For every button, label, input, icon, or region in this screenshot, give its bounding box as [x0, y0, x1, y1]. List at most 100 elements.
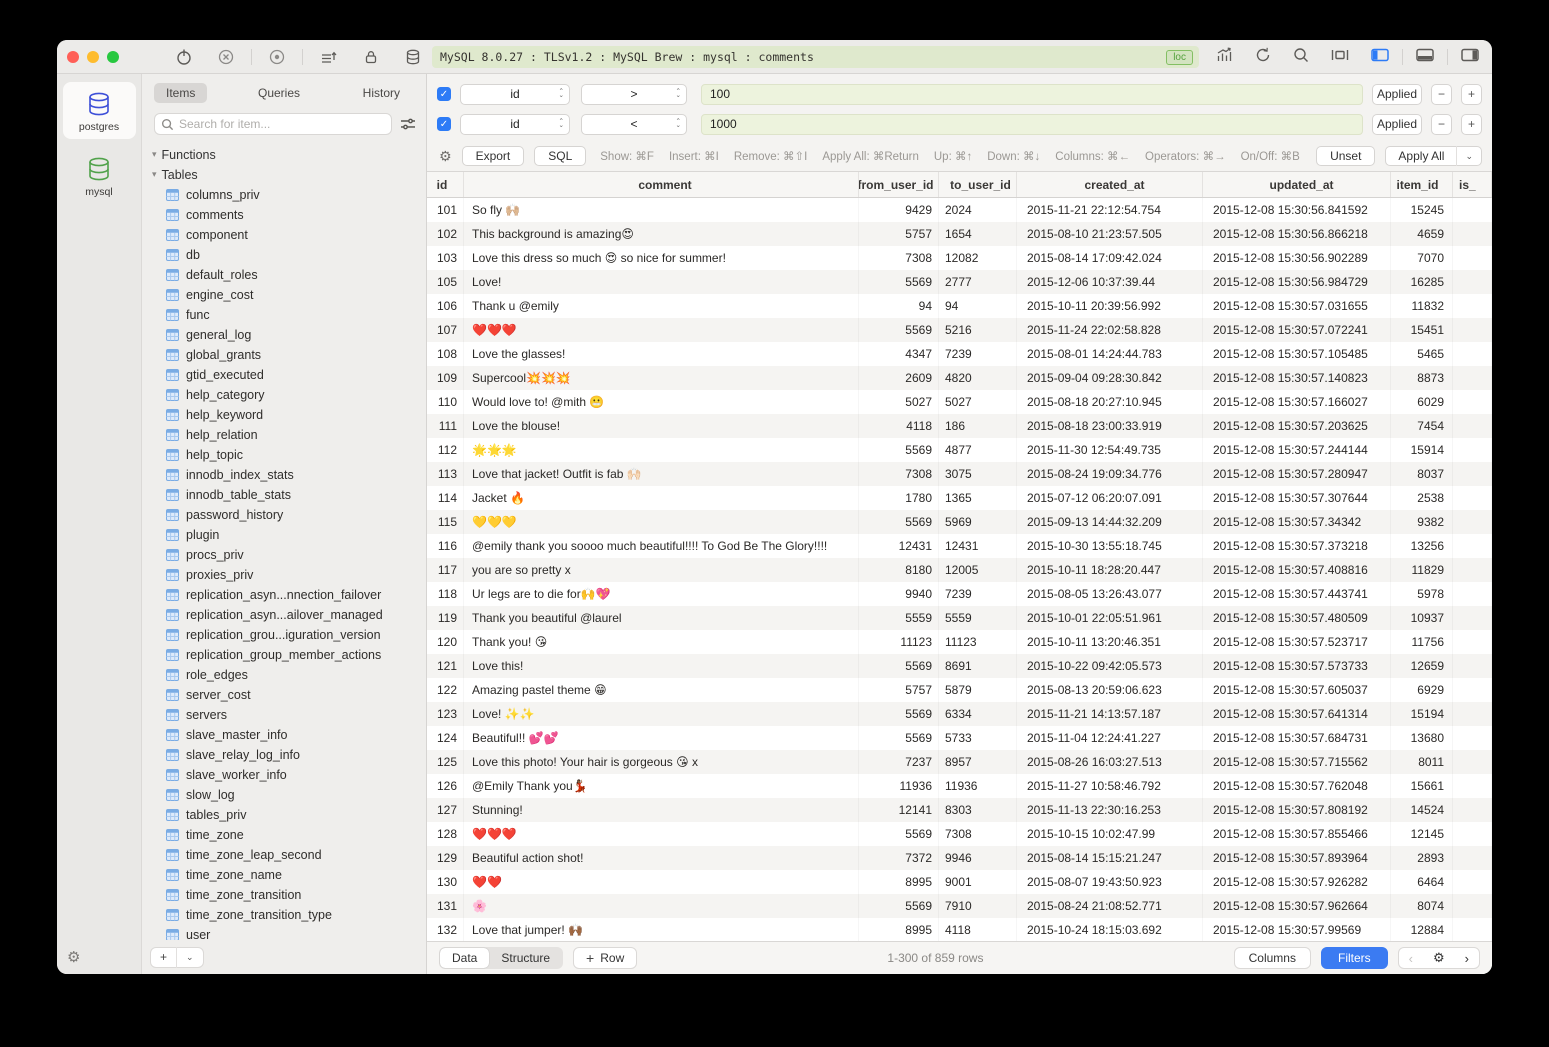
table-row[interactable]: 121 Love this! 5569 8691 2015-10-22 09:4…: [427, 654, 1492, 678]
sidebar-table-item[interactable]: innodb_index_stats: [166, 465, 426, 485]
filter-value-input[interactable]: 100: [701, 84, 1363, 105]
cell-item-id[interactable]: 13256: [1391, 534, 1453, 558]
cell-from-user-id[interactable]: 8180: [859, 558, 939, 582]
cell-from-user-id[interactable]: 94: [859, 294, 939, 318]
cell-to-user-id[interactable]: 9946: [939, 846, 1017, 870]
cell-item-id[interactable]: 12659: [1391, 654, 1453, 678]
cell-created-at[interactable]: 2015-08-14 17:09:42.024: [1017, 246, 1203, 270]
cell-from-user-id[interactable]: 9940: [859, 582, 939, 606]
cell-created-at[interactable]: 2015-10-30 13:55:18.745: [1017, 534, 1203, 558]
cell-updated-at[interactable]: 2015-12-08 15:30:57.307644: [1203, 486, 1391, 510]
watch-icon[interactable]: [268, 48, 286, 66]
column-header-comment[interactable]: comment: [464, 172, 859, 197]
sidebar-table-item[interactable]: proxies_priv: [166, 565, 426, 585]
sidebar-table-item[interactable]: help_keyword: [166, 405, 426, 425]
cell-id[interactable]: 109: [427, 366, 464, 390]
filter-operator-select[interactable]: >⌃⌄: [581, 84, 687, 105]
cell-comment[interactable]: Beautiful!! 💕💕: [464, 726, 859, 750]
column-header-item-id[interactable]: item_id: [1391, 172, 1453, 197]
search-input[interactable]: [179, 117, 385, 131]
cell-from-user-id[interactable]: 5569: [859, 654, 939, 678]
group-functions[interactable]: ▾ Functions: [152, 145, 426, 165]
cell-is[interactable]: [1453, 870, 1492, 894]
cell-from-user-id[interactable]: 5569: [859, 510, 939, 534]
cell-from-user-id[interactable]: 7372: [859, 846, 939, 870]
table-row[interactable]: 125 Love this photo! Your hair is gorgeo…: [427, 750, 1492, 774]
cell-is[interactable]: [1453, 822, 1492, 846]
table-row[interactable]: 105 Love! 5569 2777 2015-12-06 10:37:39.…: [427, 270, 1492, 294]
cell-is[interactable]: [1453, 246, 1492, 270]
cell-created-at[interactable]: 2015-08-07 19:43:50.923: [1017, 870, 1203, 894]
cell-id[interactable]: 126: [427, 774, 464, 798]
table-row[interactable]: 107 ❤️❤️❤️ 5569 5216 2015-11-24 22:02:58…: [427, 318, 1492, 342]
cell-updated-at[interactable]: 2015-12-08 15:30:57.443741: [1203, 582, 1391, 606]
table-row[interactable]: 124 Beautiful!! 💕💕 5569 5733 2015-11-04 …: [427, 726, 1492, 750]
cell-is[interactable]: [1453, 894, 1492, 918]
cell-from-user-id[interactable]: 4347: [859, 342, 939, 366]
cell-item-id[interactable]: 9382: [1391, 510, 1453, 534]
cell-from-user-id[interactable]: 5569: [859, 438, 939, 462]
cell-is[interactable]: [1453, 342, 1492, 366]
cell-comment[interactable]: @Emily Thank you💃🏾: [464, 774, 859, 798]
cell-id[interactable]: 118: [427, 582, 464, 606]
cell-item-id[interactable]: 6029: [1391, 390, 1453, 414]
cell-comment[interactable]: Would love to! @mith 😬: [464, 390, 859, 414]
filter-applied-button[interactable]: Applied: [1372, 114, 1422, 135]
sidebar-table-item[interactable]: component: [166, 225, 426, 245]
cell-comment[interactable]: @emily thank you soooo much beautiful!!!…: [464, 534, 859, 558]
cell-created-at[interactable]: 2015-08-10 21:23:57.505: [1017, 222, 1203, 246]
export-button[interactable]: Export: [462, 146, 525, 166]
cell-updated-at[interactable]: 2015-12-08 15:30:56.984729: [1203, 270, 1391, 294]
apply-all-button[interactable]: Apply All ⌄: [1385, 146, 1482, 166]
cell-comment[interactable]: So fly 🙌🏼: [464, 198, 859, 222]
stats-icon[interactable]: [1215, 46, 1234, 69]
table-row[interactable]: 122 Amazing pastel theme 😁 5757 5879 201…: [427, 678, 1492, 702]
cell-to-user-id[interactable]: 7239: [939, 582, 1017, 606]
table-row[interactable]: 106 Thank u @emily 94 94 2015-10-11 20:3…: [427, 294, 1492, 318]
cell-updated-at[interactable]: 2015-12-08 15:30:57.605037: [1203, 678, 1391, 702]
sidebar-table-item[interactable]: time_zone_transition_type: [166, 905, 426, 925]
cell-created-at[interactable]: 2015-09-04 09:28:30.842: [1017, 366, 1203, 390]
sidebar-table-item[interactable]: replication_group_member_actions: [166, 645, 426, 665]
cell-comment[interactable]: Thank you beautiful @laurel: [464, 606, 859, 630]
table-row[interactable]: 115 💛💛💛 5569 5969 2015-09-13 14:44:32.20…: [427, 510, 1492, 534]
cell-created-at[interactable]: 2015-08-14 15:15:21.247: [1017, 846, 1203, 870]
sidebar-table-item[interactable]: time_zone_name: [166, 865, 426, 885]
cell-comment[interactable]: you are so pretty x: [464, 558, 859, 582]
sql-button[interactable]: SQL: [534, 146, 586, 166]
cell-id[interactable]: 117: [427, 558, 464, 582]
cell-created-at[interactable]: 2015-09-13 14:44:32.209: [1017, 510, 1203, 534]
sidebar-table-item[interactable]: replication_asyn...nnection_failover: [166, 585, 426, 605]
cell-item-id[interactable]: 5978: [1391, 582, 1453, 606]
cell-from-user-id[interactable]: 4118: [859, 414, 939, 438]
table-row[interactable]: 102 This background is amazing😍 5757 165…: [427, 222, 1492, 246]
sidebar-table-item[interactable]: slave_relay_log_info: [166, 745, 426, 765]
cell-to-user-id[interactable]: 9001: [939, 870, 1017, 894]
cell-item-id[interactable]: 15245: [1391, 198, 1453, 222]
grid-settings-gear-icon[interactable]: ⚙: [1423, 950, 1455, 966]
cell-to-user-id[interactable]: 7910: [939, 894, 1017, 918]
cell-id[interactable]: 119: [427, 606, 464, 630]
cell-created-at[interactable]: 2015-10-11 18:28:20.447: [1017, 558, 1203, 582]
cell-id[interactable]: 115: [427, 510, 464, 534]
cell-created-at[interactable]: 2015-11-21 14:13:57.187: [1017, 702, 1203, 726]
cell-item-id[interactable]: 5465: [1391, 342, 1453, 366]
cell-id[interactable]: 105: [427, 270, 464, 294]
cell-created-at[interactable]: 2015-08-24 19:09:34.776: [1017, 462, 1203, 486]
filters-button[interactable]: Filters: [1321, 947, 1388, 969]
cell-created-at[interactable]: 2015-11-21 22:12:54.754: [1017, 198, 1203, 222]
cell-created-at[interactable]: 2015-10-15 10:02:47.99: [1017, 822, 1203, 846]
cell-comment[interactable]: Beautiful action shot!: [464, 846, 859, 870]
cell-created-at[interactable]: 2015-08-13 20:59:06.623: [1017, 678, 1203, 702]
cell-updated-at[interactable]: 2015-12-08 15:30:57.072241: [1203, 318, 1391, 342]
table-row[interactable]: 130 ❤️❤️ 8995 9001 2015-08-07 19:43:50.9…: [427, 870, 1492, 894]
table-row[interactable]: 114 Jacket 🔥 1780 1365 2015-07-12 06:20:…: [427, 486, 1492, 510]
sidebar-table-item[interactable]: engine_cost: [166, 285, 426, 305]
cell-created-at[interactable]: 2015-11-27 10:58:46.792: [1017, 774, 1203, 798]
columns-button[interactable]: Columns: [1234, 947, 1311, 969]
table-row[interactable]: 103 Love this dress so much 😍 so nice fo…: [427, 246, 1492, 270]
cell-to-user-id[interactable]: 5969: [939, 510, 1017, 534]
cell-updated-at[interactable]: 2015-12-08 15:30:57.641314: [1203, 702, 1391, 726]
cell-created-at[interactable]: 2015-08-01 14:24:44.783: [1017, 342, 1203, 366]
sidebar-table-item[interactable]: global_grants: [166, 345, 426, 365]
